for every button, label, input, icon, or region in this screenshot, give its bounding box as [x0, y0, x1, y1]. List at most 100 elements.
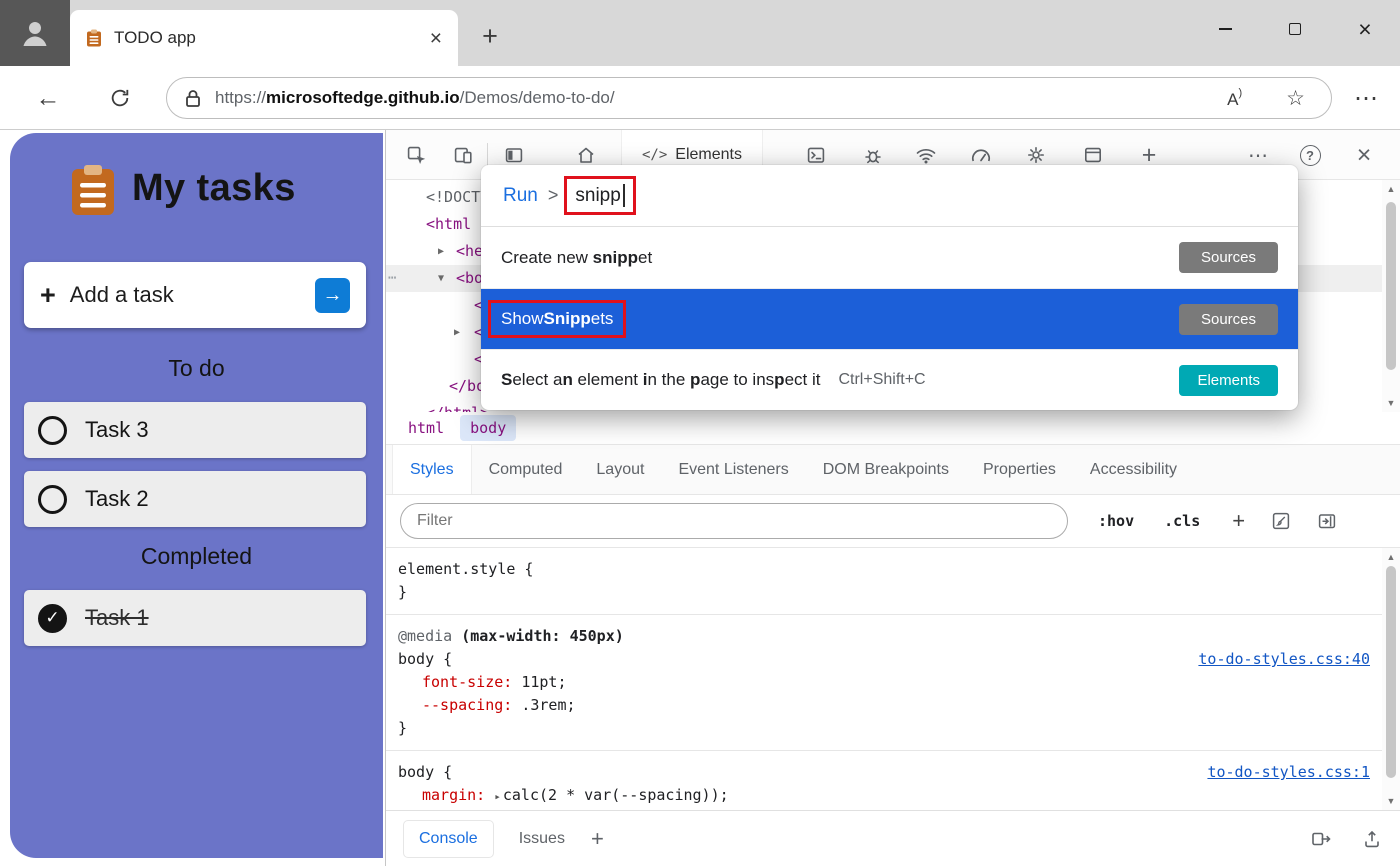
- command-result-inspect-element[interactable]: Select an element in the page to inspect…: [481, 349, 1298, 410]
- expand-icon[interactable]: ▶: [454, 319, 460, 346]
- expand-value-icon[interactable]: ▸: [494, 790, 501, 803]
- style-rule-media-body[interactable]: to-do-styles.css:40 @media (max-width: 4…: [386, 615, 1382, 751]
- drawer-actions: [1310, 829, 1382, 849]
- url-bar[interactable]: https://microsoftedge.github.io/Demos/de…: [166, 77, 1332, 119]
- css-property[interactable]: --spacing: .3rem;: [398, 694, 1370, 717]
- arrow-right-icon: →: [323, 284, 343, 307]
- maximize-icon: [1289, 23, 1301, 35]
- window-minimize-button[interactable]: [1190, 0, 1260, 58]
- stylesheet-link[interactable]: to-do-styles.css:1: [1207, 761, 1370, 784]
- device-toolbar-icon[interactable]: [445, 137, 481, 173]
- tab-title: TODO app: [114, 28, 418, 48]
- command-result-label: Create new snippet: [501, 248, 652, 268]
- new-tab-button[interactable]: +: [474, 20, 506, 52]
- drawer-tab-issues[interactable]: Issues: [519, 830, 565, 848]
- task-item[interactable]: Task 3: [24, 402, 366, 458]
- drawer-bar: Console Issues +: [386, 810, 1400, 866]
- tab-properties[interactable]: Properties: [966, 445, 1073, 494]
- add-task-submit-button[interactable]: →: [315, 278, 350, 313]
- open-quick-view-icon[interactable]: [1310, 829, 1332, 849]
- task-label: Task 3: [85, 417, 149, 443]
- styles-scrollbar[interactable]: ▲ ▼: [1382, 548, 1400, 810]
- command-chevron: >: [548, 185, 559, 206]
- more-actions-icon[interactable]: ⋯: [388, 265, 396, 292]
- command-input[interactable]: snipp: [575, 185, 620, 207]
- elements-scrollbar[interactable]: ▲ ▼: [1382, 180, 1400, 412]
- scroll-down-icon[interactable]: ▼: [1382, 796, 1400, 806]
- scroll-down-icon[interactable]: ▼: [1382, 398, 1400, 408]
- url-scheme: https://: [215, 88, 266, 107]
- scrollbar-thumb[interactable]: [1386, 202, 1396, 370]
- command-result-create-snippet[interactable]: Create new snippet Sources: [481, 227, 1298, 288]
- styles-pane: element.style { } to-do-styles.css:40 @m…: [386, 548, 1382, 810]
- style-rule-body[interactable]: to-do-styles.css:1 body { margin: ▸calc(…: [386, 751, 1382, 810]
- refresh-icon: [109, 87, 131, 109]
- read-aloud-icon[interactable]: A): [1227, 87, 1242, 110]
- plus-icon: +: [40, 280, 56, 311]
- window-maximize-button[interactable]: [1260, 0, 1330, 58]
- expand-icon[interactable]: ▶: [438, 238, 444, 265]
- scroll-up-icon[interactable]: ▲: [1382, 552, 1400, 562]
- clipboard-logo-icon: [70, 163, 116, 217]
- css-property[interactable]: margin: ▸calc(2 * var(--spacing));: [398, 784, 1370, 808]
- annotation-box-show-snippets: Show Snippets: [488, 300, 626, 338]
- computed-sidebar-toggle-icon[interactable]: [1317, 511, 1337, 531]
- styles-filter-input[interactable]: [400, 503, 1068, 539]
- tab-computed[interactable]: Computed: [472, 445, 580, 494]
- minimize-icon: [1219, 28, 1232, 30]
- breadcrumb-body[interactable]: body: [460, 415, 516, 441]
- closing-brace: }: [398, 717, 1370, 740]
- add-task-label: Add a task: [70, 282, 174, 308]
- url-domain: microsoftedge.github.io: [266, 88, 460, 107]
- toggle-element-classes[interactable]: .cls: [1164, 512, 1200, 530]
- task-checkbox[interactable]: [38, 416, 67, 445]
- completed-section-heading: Completed: [10, 543, 383, 570]
- export-console-icon[interactable]: [1362, 829, 1382, 849]
- tab-dom-breakpoints[interactable]: DOM Breakpoints: [806, 445, 966, 494]
- collapse-icon[interactable]: ▼: [438, 265, 444, 292]
- browser-tab-todo-app[interactable]: TODO app ×: [70, 10, 458, 66]
- scroll-up-icon[interactable]: ▲: [1382, 184, 1400, 194]
- style-rule-inline[interactable]: element.style { }: [386, 548, 1382, 615]
- stylesheet-link[interactable]: to-do-styles.css:40: [1198, 648, 1370, 671]
- profile-avatar[interactable]: [0, 0, 70, 66]
- css-property[interactable]: font-size: 11pt;: [398, 671, 1370, 694]
- toolbar-separator: [487, 143, 488, 167]
- command-menu-header: Run > snipp: [481, 165, 1298, 227]
- selector-line: element.style {: [398, 558, 1370, 581]
- url-path: /Demos/demo-to-do/: [460, 88, 615, 107]
- sources-badge: Sources: [1179, 242, 1278, 273]
- tab-close-icon[interactable]: ×: [430, 28, 442, 49]
- drawer-add-tab-icon[interactable]: +: [591, 826, 604, 852]
- todo-section-heading: To do: [10, 355, 383, 382]
- breadcrumb-html[interactable]: html: [398, 415, 454, 441]
- url-text: https://microsoftedge.github.io/Demos/de…: [215, 88, 615, 108]
- favorites-star-icon[interactable]: ☆: [1286, 86, 1305, 111]
- drawer-tab-console[interactable]: Console: [404, 821, 493, 857]
- task-checkbox[interactable]: [38, 485, 67, 514]
- tab-layout[interactable]: Layout: [579, 445, 661, 494]
- new-style-rule-icon[interactable]: +: [1232, 508, 1245, 534]
- command-result-show-snippets[interactable]: Show Snippets Sources: [481, 288, 1298, 349]
- add-task-form[interactable]: + Add a task →: [24, 262, 366, 328]
- inspect-element-icon[interactable]: [398, 137, 434, 173]
- devtools-close-icon[interactable]: ×: [1346, 137, 1382, 173]
- browser-menu-icon[interactable]: ⋯: [1348, 80, 1384, 116]
- help-icon[interactable]: ?: [1292, 137, 1328, 173]
- task-item[interactable]: Task 2: [24, 471, 366, 527]
- back-button[interactable]: ←: [30, 80, 66, 116]
- tab-event-listeners[interactable]: Event Listeners: [661, 445, 805, 494]
- tab-accessibility[interactable]: Accessibility: [1073, 445, 1194, 494]
- window-close-button[interactable]: ×: [1330, 0, 1400, 58]
- tab-styles[interactable]: Styles: [392, 445, 472, 494]
- devtools-panel: </> Elements + ⋯ ? ×: [385, 130, 1400, 866]
- task-checkbox-checked[interactable]: ✓: [38, 604, 67, 633]
- page-content: My tasks + Add a task → To do Task 3 Tas…: [0, 130, 385, 866]
- scrollbar-thumb[interactable]: [1386, 566, 1396, 778]
- task-item-completed[interactable]: ✓ Task 1: [24, 590, 366, 646]
- check-icon: ✓: [45, 608, 59, 628]
- app-title: My tasks: [132, 167, 296, 210]
- rendering-emulation-icon[interactable]: [1271, 511, 1291, 531]
- toggle-hover-state[interactable]: :hov: [1098, 512, 1134, 530]
- refresh-button[interactable]: [102, 80, 138, 116]
